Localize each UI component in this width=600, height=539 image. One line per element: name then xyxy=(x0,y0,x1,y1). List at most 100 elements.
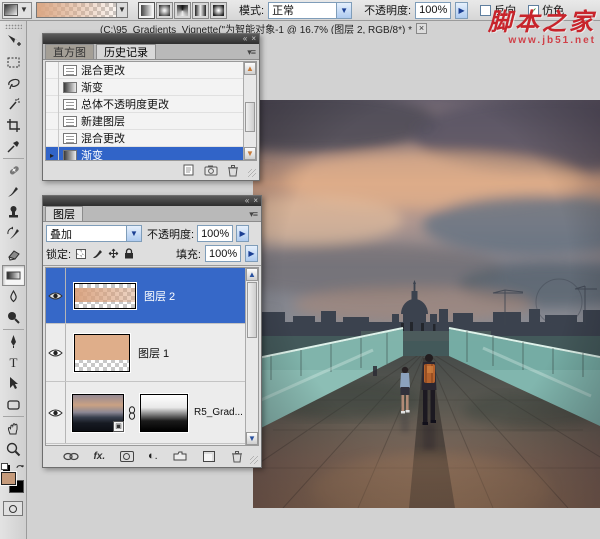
delete-state-trash-button[interactable] xyxy=(225,164,241,177)
resize-grip[interactable] xyxy=(250,456,258,464)
path-selection-tool[interactable] xyxy=(2,373,25,394)
layer-blend-mode-dropdown[interactable]: 叠加 ▼ xyxy=(46,225,142,242)
layer-fill-input[interactable]: 100% xyxy=(205,245,241,262)
lock-pixels-icon[interactable] xyxy=(91,248,103,260)
layer-opacity-input[interactable]: 100% xyxy=(197,225,233,242)
history-state-row-selected[interactable]: ▸渐变 xyxy=(46,147,256,161)
panel-menu-icon[interactable]: ▾≡ xyxy=(249,209,257,220)
layer-row-selected[interactable]: 图层 2 xyxy=(46,268,258,324)
layer-thumbnail[interactable] xyxy=(74,334,130,372)
dither-checkbox[interactable]: ✓ xyxy=(528,5,539,16)
linear-gradient-button[interactable] xyxy=(138,2,155,19)
dodge-tool[interactable] xyxy=(2,307,25,328)
layers-scrollbar[interactable]: ▲ ▼ xyxy=(245,268,258,445)
pen-tool[interactable] xyxy=(2,331,25,352)
scroll-up-icon[interactable]: ▲ xyxy=(246,268,258,281)
reverse-checkbox[interactable] xyxy=(480,5,491,16)
history-state-row[interactable]: 渐变 xyxy=(46,79,256,96)
collapse-icon[interactable]: « xyxy=(243,35,247,43)
history-source-well[interactable] xyxy=(46,96,59,113)
scrollbar-thumb[interactable] xyxy=(247,282,257,338)
add-layer-mask-button[interactable] xyxy=(120,451,134,462)
gradient-preset-picker[interactable]: ▼ xyxy=(2,2,32,19)
opacity-slider-button[interactable]: ▶ xyxy=(455,2,468,19)
gradient-picker-arrow[interactable]: ▼ xyxy=(116,3,127,17)
link-layers-button[interactable] xyxy=(63,450,79,463)
gradient-tool[interactable] xyxy=(2,265,25,286)
history-brush-tool[interactable] xyxy=(2,223,25,244)
collapse-icon[interactable]: « xyxy=(245,197,249,205)
diamond-gradient-button[interactable] xyxy=(210,2,227,19)
crop-tool[interactable] xyxy=(2,115,25,136)
quick-mask-button[interactable] xyxy=(3,501,23,516)
history-source-well[interactable] xyxy=(46,79,59,96)
tab-history[interactable]: 历史记录 xyxy=(96,44,156,59)
default-colors-icon[interactable] xyxy=(1,463,8,470)
angle-gradient-button[interactable] xyxy=(174,2,191,19)
history-state-row[interactable]: 总体不透明度更改 xyxy=(46,96,256,113)
history-state-row[interactable]: 混合更改 xyxy=(46,62,256,79)
healing-brush-tool[interactable] xyxy=(2,160,25,181)
layer-visibility-toggle[interactable] xyxy=(46,324,66,381)
radial-gradient-button[interactable] xyxy=(156,2,173,19)
close-icon[interactable]: × xyxy=(253,197,258,205)
eyedropper-tool[interactable] xyxy=(2,136,25,157)
scroll-down-icon[interactable]: ▼ xyxy=(246,432,258,445)
shape-tool[interactable] xyxy=(2,394,25,415)
scroll-up-icon[interactable]: ▲ xyxy=(244,62,256,75)
layer-mask-link-icon[interactable] xyxy=(128,406,136,420)
layer-row[interactable]: 图层 1 xyxy=(46,324,258,382)
zoom-tool[interactable] xyxy=(2,439,25,460)
layer-style-button[interactable]: fx. xyxy=(93,451,105,462)
layer-opacity-slider-button[interactable]: ▶ xyxy=(236,225,249,242)
smart-object-thumbnail[interactable]: ▣ xyxy=(72,394,124,432)
close-icon[interactable]: × xyxy=(251,35,256,43)
layer-mask-thumbnail[interactable] xyxy=(140,394,188,432)
new-snapshot-button[interactable] xyxy=(203,164,219,177)
document-close-button[interactable]: × xyxy=(416,23,427,34)
eraser-tool[interactable] xyxy=(2,244,25,265)
scroll-down-icon[interactable]: ▼ xyxy=(244,147,256,160)
foreground-color-swatch[interactable] xyxy=(1,472,16,485)
adjustment-layer-button[interactable]: ◐. xyxy=(148,451,158,462)
blur-tool[interactable] xyxy=(2,286,25,307)
resize-grip[interactable] xyxy=(248,169,256,177)
layers-panel-titlebar[interactable]: « × xyxy=(43,196,261,206)
scrollbar-thumb[interactable] xyxy=(245,102,255,132)
hand-tool[interactable] xyxy=(2,418,25,439)
new-group-button[interactable] xyxy=(172,450,188,463)
layer-fill-slider-button[interactable]: ▶ xyxy=(245,245,258,262)
history-state-row[interactable]: 混合更改 xyxy=(46,130,256,147)
delete-layer-trash-button[interactable] xyxy=(229,450,245,463)
type-tool[interactable]: T xyxy=(2,352,25,373)
layer-row[interactable]: ▣ R5_Grad... xyxy=(46,382,258,444)
history-panel-titlebar[interactable]: « × xyxy=(43,34,259,44)
canvas-image[interactable] xyxy=(253,100,600,508)
lock-position-icon[interactable] xyxy=(107,248,119,260)
lock-all-icon[interactable] xyxy=(123,248,135,260)
move-tool[interactable] xyxy=(2,31,25,52)
history-state-row[interactable]: 新建图层 xyxy=(46,113,256,130)
history-source-well[interactable] xyxy=(46,113,59,130)
clone-stamp-tool[interactable] xyxy=(2,202,25,223)
history-scrollbar[interactable]: ▲ ▼ xyxy=(243,62,256,160)
history-source-well[interactable] xyxy=(46,62,59,79)
layer-visibility-toggle[interactable] xyxy=(46,268,66,323)
opacity-input[interactable]: 100% xyxy=(415,2,451,19)
history-source-well[interactable]: ▸ xyxy=(46,147,59,162)
panel-menu-icon[interactable]: ▾≡ xyxy=(247,47,255,58)
toolbox-grip[interactable] xyxy=(5,24,22,29)
reflected-gradient-button[interactable] xyxy=(192,2,209,19)
new-layer-button[interactable] xyxy=(203,451,215,462)
layer-thumbnail[interactable] xyxy=(74,283,136,309)
lasso-tool[interactable] xyxy=(2,73,25,94)
tab-layers[interactable]: 图层 xyxy=(45,206,83,221)
new-document-from-state-button[interactable] xyxy=(181,164,197,177)
blend-mode-dropdown[interactable]: 正常 ▼ xyxy=(268,2,352,19)
swap-colors-icon[interactable] xyxy=(16,463,25,471)
magic-wand-tool[interactable] xyxy=(2,94,25,115)
gradient-editor-well[interactable]: ▼ xyxy=(36,2,128,18)
history-source-well[interactable] xyxy=(46,130,59,147)
brush-tool[interactable] xyxy=(2,181,25,202)
marquee-tool[interactable] xyxy=(2,52,25,73)
